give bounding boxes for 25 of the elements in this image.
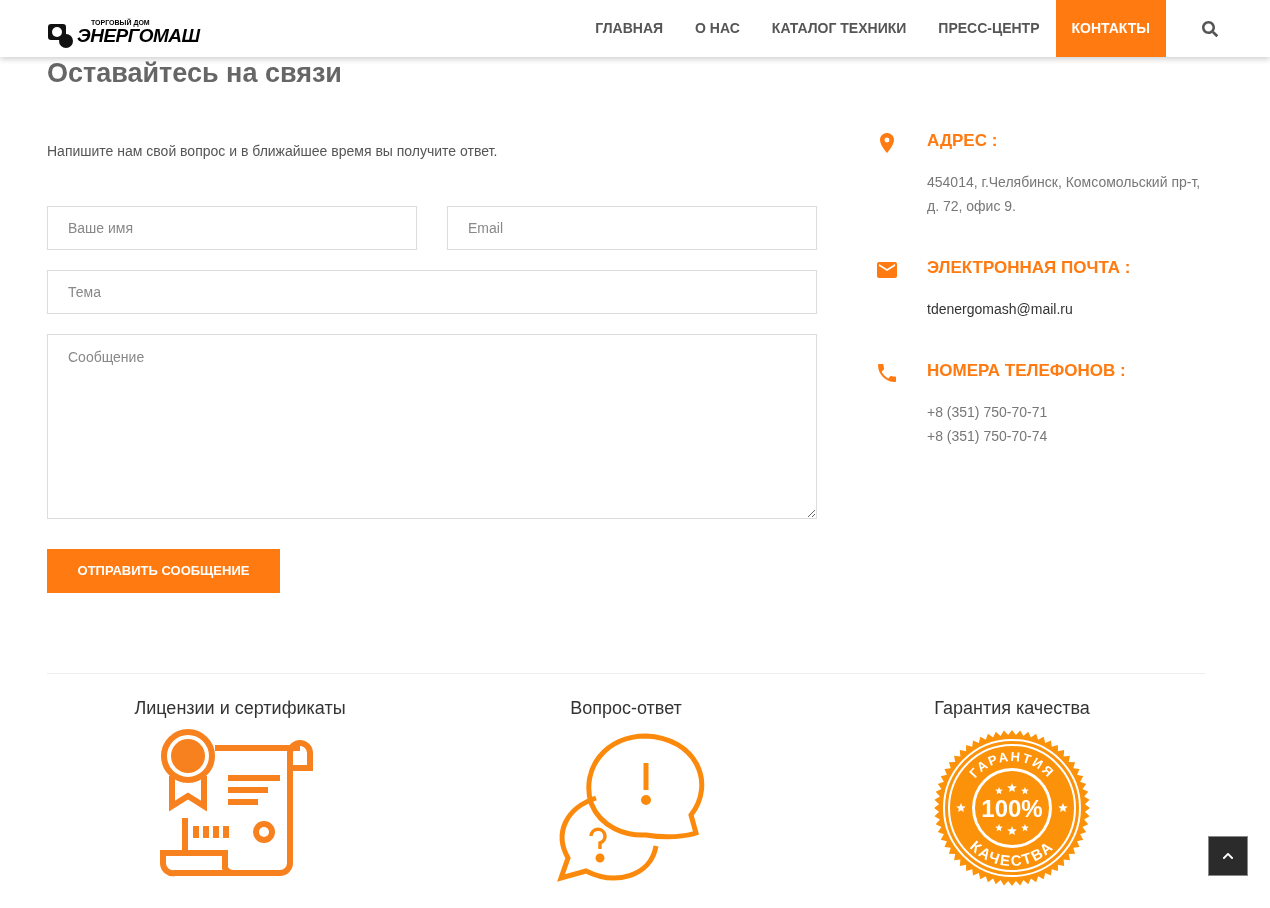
contact-heading: НОМЕРА ТЕЛЕФОНОВ : — [927, 360, 1126, 382]
contact-heading: АДРЕС : — [927, 130, 999, 152]
back-to-top-button[interactable] — [1208, 836, 1248, 876]
contact-text: +8 (351) 750-70-71 — [927, 403, 1049, 422]
feature-title[interactable]: Вопрос-ответ — [570, 696, 682, 720]
message-field[interactable]: Сообщение — [47, 334, 817, 519]
nav-link[interactable]: КАТАЛОГ ТЕХНИКИ — [755, 0, 923, 57]
contact-text: 454014, г.Челябинск, Комсомольский пр-т, — [927, 173, 1201, 192]
chevron-up-icon — [1222, 850, 1234, 862]
text-field[interactable]: Email — [447, 206, 817, 250]
nav-link[interactable]: ПРЕСС-ЦЕНТР — [922, 0, 1056, 57]
email-text: tdenergomash@mail.ru — [927, 300, 1074, 319]
nav-link[interactable]: ГЛАВНАЯ — [579, 0, 680, 57]
nav-link[interactable]: О НАС — [679, 0, 756, 57]
section-heading: Оставайтесь на связи — [47, 58, 342, 88]
text-field[interactable]: Ваше имя — [47, 206, 417, 250]
search-icon[interactable] — [1202, 20, 1218, 37]
feature-title[interactable]: Гарантия качества — [934, 696, 1090, 720]
text-field[interactable]: Тема — [47, 270, 817, 314]
contact-heading: ЭЛЕКТРОННАЯ ПОЧТА : — [927, 257, 1131, 279]
intro-text: Напишите нам свой вопрос и в ближайшее время вы получите ответ. — [47, 142, 498, 161]
contact-text: +8 (351) 750-70-74 — [927, 427, 1049, 446]
phone-icon — [875, 361, 899, 385]
feature-title[interactable]: Лицензии и сертификаты — [134, 696, 346, 720]
contact-text: д. 72, офис 9. — [927, 197, 1017, 216]
